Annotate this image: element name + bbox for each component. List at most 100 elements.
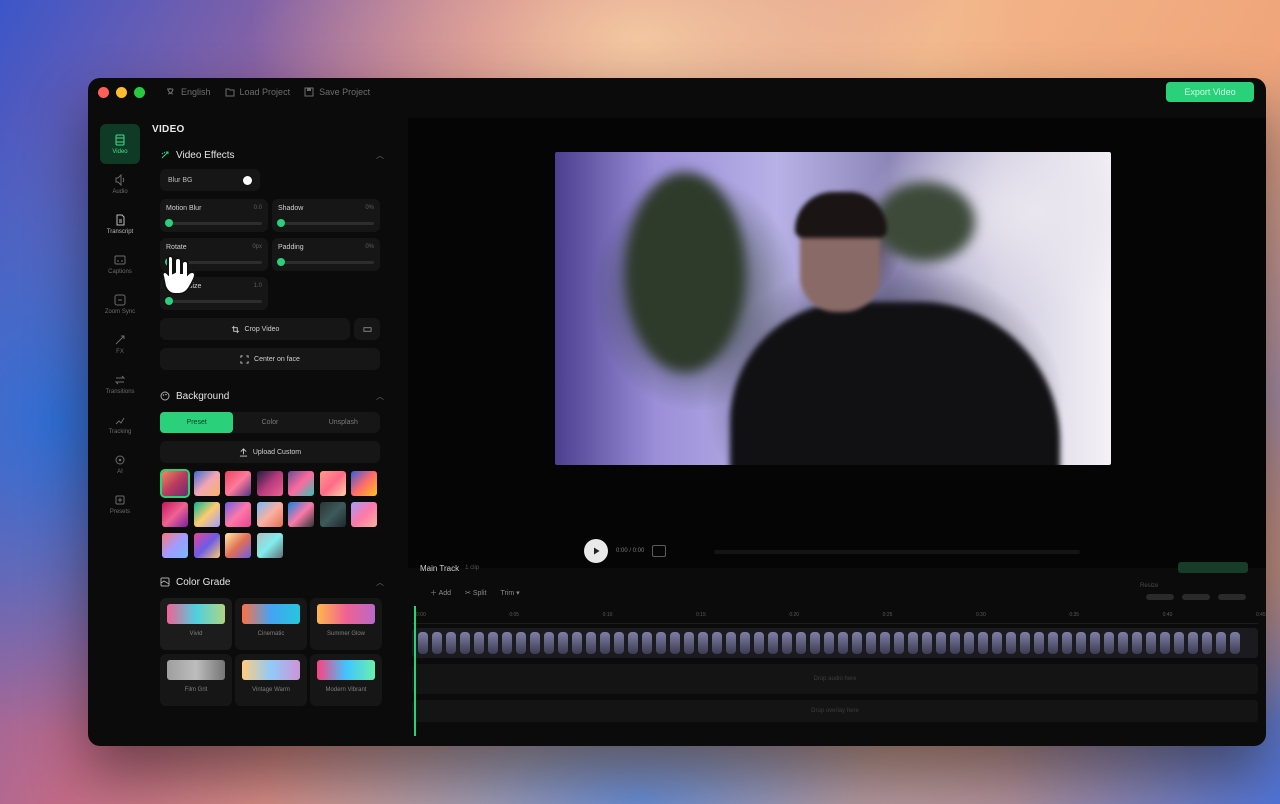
slider-value: 0% bbox=[365, 205, 374, 211]
center-on-face-button[interactable]: Center on face bbox=[160, 348, 380, 370]
rail-item-ai[interactable]: AI bbox=[100, 444, 140, 484]
background-swatch[interactable] bbox=[160, 469, 190, 498]
shadow-slider[interactable]: Shadow 0% bbox=[272, 199, 380, 232]
color-grade-card[interactable]: Cinematic bbox=[235, 598, 307, 650]
grade-preview bbox=[167, 604, 225, 624]
maximize-window-button[interactable] bbox=[134, 86, 145, 98]
video-track[interactable] bbox=[412, 628, 1258, 658]
clip-frame bbox=[642, 632, 652, 654]
background-swatch[interactable] bbox=[256, 502, 283, 527]
background-swatch[interactable] bbox=[193, 471, 220, 496]
audio-track[interactable]: Drop audio here bbox=[412, 664, 1258, 694]
upload-custom-button[interactable]: Upload Custom bbox=[160, 441, 380, 463]
timeline-action-button[interactable] bbox=[1178, 562, 1248, 573]
rail-item-captions[interactable]: Captions bbox=[100, 244, 140, 284]
fullscreen-icon[interactable] bbox=[652, 545, 667, 557]
rail-item-presets[interactable]: Presets bbox=[100, 484, 140, 524]
crop-icon bbox=[231, 325, 239, 333]
slider-thumb[interactable] bbox=[165, 219, 173, 227]
blur-bg-label: Blur BG bbox=[168, 176, 193, 184]
background-swatch[interactable] bbox=[225, 533, 251, 558]
background-swatch[interactable] bbox=[256, 533, 283, 558]
transitions-icon bbox=[114, 375, 126, 384]
clip-frame bbox=[964, 632, 974, 654]
load-project-button[interactable]: Load Project bbox=[225, 87, 290, 97]
background-swatch[interactable] bbox=[351, 502, 377, 527]
background-swatch[interactable] bbox=[225, 502, 251, 527]
background-header[interactable]: Background ︿ bbox=[160, 388, 384, 404]
color-grade-card[interactable]: Modern Vibrant bbox=[310, 654, 382, 706]
video-preview[interactable] bbox=[555, 152, 1111, 465]
background-swatch[interactable] bbox=[351, 471, 377, 496]
collapse-chevron-icon[interactable]: ︿ bbox=[376, 391, 384, 402]
minimize-window-button[interactable] bbox=[116, 86, 127, 98]
clip-frame bbox=[768, 632, 778, 654]
clip-frame bbox=[1076, 632, 1086, 654]
scrub-bar[interactable] bbox=[714, 550, 1080, 554]
rail-item-tracking[interactable]: Tracking bbox=[100, 404, 140, 444]
aspect-ratio-button[interactable] bbox=[354, 318, 380, 340]
background-swatch[interactable] bbox=[288, 471, 314, 496]
language-selector[interactable]: English bbox=[166, 87, 211, 97]
rail-label: Zoom Sync bbox=[104, 308, 136, 315]
rail-item-transitions[interactable]: Transitions bbox=[100, 364, 140, 404]
blur-bg-switch[interactable] bbox=[243, 175, 252, 185]
motion-blur-slider[interactable]: Motion Blur 0.0 bbox=[160, 199, 268, 232]
rail-item-video[interactable]: Video bbox=[100, 124, 140, 164]
background-swatch[interactable] bbox=[319, 471, 346, 496]
background-swatch[interactable] bbox=[193, 533, 220, 558]
rail-item-zoom[interactable]: Zoom Sync bbox=[100, 284, 140, 324]
tab-unsplash[interactable]: Unsplash bbox=[307, 412, 380, 433]
slider-thumb[interactable] bbox=[277, 258, 285, 266]
clip-frame bbox=[1062, 632, 1072, 654]
collapse-chevron-icon[interactable]: ︿ bbox=[376, 150, 384, 161]
rail-item-audio[interactable]: Audio bbox=[100, 164, 140, 204]
zoom-fit-button[interactable] bbox=[1182, 594, 1210, 600]
export-button[interactable]: Export Video bbox=[1166, 82, 1254, 102]
background-swatch[interactable] bbox=[162, 533, 188, 558]
tool-add-button[interactable]: ＋ Add bbox=[430, 588, 451, 598]
slider-track[interactable] bbox=[165, 219, 262, 227]
slider-track[interactable] bbox=[165, 297, 262, 305]
background-swatch[interactable] bbox=[162, 502, 188, 527]
tab-preset[interactable]: Preset bbox=[160, 412, 234, 433]
collapse-chevron-icon[interactable]: ︿ bbox=[376, 577, 384, 588]
plant-shape bbox=[625, 172, 745, 372]
save-icon bbox=[304, 87, 314, 97]
slider-track[interactable] bbox=[277, 219, 374, 227]
color-grade-card[interactable]: Film Grit bbox=[160, 654, 232, 706]
tab-color[interactable]: Color bbox=[233, 412, 306, 433]
rail-item-fx[interactable]: FX bbox=[100, 324, 140, 364]
playhead[interactable] bbox=[414, 606, 416, 736]
close-window-button[interactable] bbox=[98, 86, 109, 98]
crop-video-button[interactable]: Crop Video bbox=[160, 318, 350, 340]
tool-split-button[interactable]: ✂ Split bbox=[465, 589, 486, 597]
video-effects-header[interactable]: Video Effects ︿ bbox=[160, 147, 384, 163]
background-swatch[interactable] bbox=[256, 471, 283, 496]
color-grade-card[interactable]: Vivid bbox=[160, 598, 232, 650]
background-swatch[interactable] bbox=[225, 471, 251, 496]
person-body bbox=[730, 302, 1060, 465]
language-label: English bbox=[181, 87, 211, 97]
padding-slider[interactable]: Padding 0% bbox=[272, 238, 380, 271]
rail-item-transcript[interactable]: Transcript bbox=[100, 204, 140, 244]
timeline: Main Track 1 clip ＋ Add ✂ Split Trim ▾ 0… bbox=[412, 558, 1266, 738]
background-swatch[interactable] bbox=[288, 502, 314, 527]
background-swatch[interactable] bbox=[319, 502, 346, 527]
save-project-button[interactable]: Save Project bbox=[304, 87, 370, 97]
timeline-ruler[interactable]: 0:00 0:05 0:10 0:15 0:20 0:25 0:30 0:35 0:40 0:45 bbox=[412, 608, 1266, 624]
color-grade-card[interactable]: Summer Glow bbox=[310, 598, 382, 650]
slider-thumb[interactable] bbox=[165, 297, 173, 305]
zoom-in-button[interactable] bbox=[1218, 594, 1246, 600]
background-swatch[interactable] bbox=[193, 502, 220, 527]
tool-trim-button[interactable]: Trim ▾ bbox=[500, 589, 519, 597]
color-grade-card[interactable]: Vintage Warm bbox=[235, 654, 307, 706]
blur-bg-toggle[interactable]: Blur BG bbox=[160, 169, 260, 191]
slider-thumb[interactable] bbox=[277, 219, 285, 227]
color-grade-header[interactable]: Color Grade ︿ bbox=[160, 574, 384, 590]
zoom-out-button[interactable] bbox=[1146, 594, 1174, 600]
clip-frame bbox=[530, 632, 540, 654]
slider-track[interactable] bbox=[277, 258, 374, 266]
overlay-track[interactable]: Drop overlay here bbox=[412, 700, 1258, 722]
clip-frame bbox=[1048, 632, 1058, 654]
